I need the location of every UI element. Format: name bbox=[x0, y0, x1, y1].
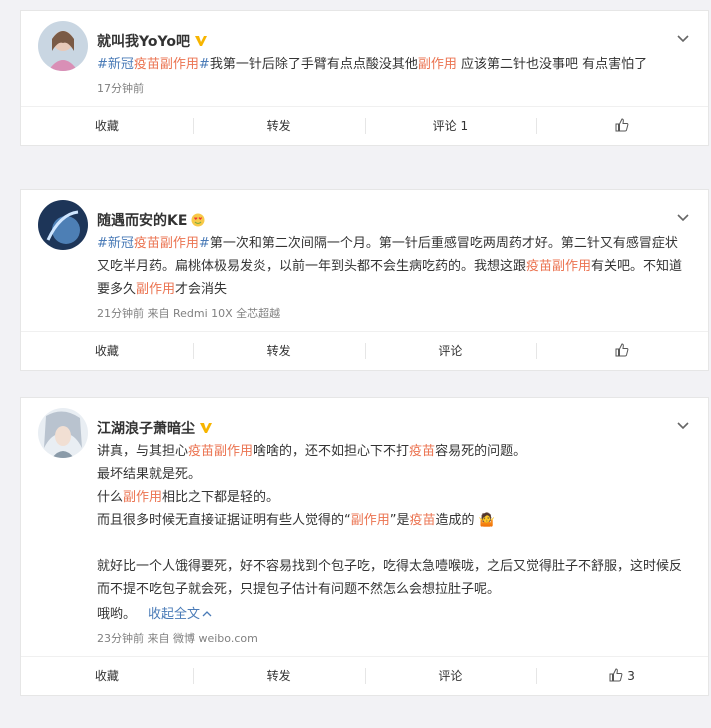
action-bar: 收藏 转发 评论 bbox=[21, 331, 708, 370]
post-paragraph: 最坏结果就是死。 bbox=[97, 463, 688, 486]
chevron-down-icon[interactable] bbox=[676, 210, 690, 224]
action-bar: 收藏 转发 评论 1 bbox=[21, 106, 708, 145]
keyword-highlight[interactable]: 疫苗副作用 bbox=[134, 57, 199, 72]
comment-button[interactable]: 评论 1 bbox=[364, 107, 537, 145]
chevron-up-icon bbox=[202, 611, 212, 617]
repost-button[interactable]: 转发 bbox=[192, 332, 365, 370]
text-segment: 应该第二针也没事吧 有点害怕了 bbox=[456, 57, 648, 72]
author-name[interactable]: 江湖浪子萧暗尘 bbox=[97, 418, 195, 438]
text-segment: 啥啥的，还不如担心下不打 bbox=[253, 444, 410, 459]
thumbs-up-icon bbox=[609, 668, 623, 682]
gold-v-badge-icon bbox=[194, 36, 207, 46]
chevron-down-icon[interactable] bbox=[676, 418, 690, 432]
post-header: 就叫我YoYo吧 #新冠疫苗副作用#我第一针后除了手臂有点点酸没其他副作用 应该… bbox=[21, 11, 708, 98]
collapse-link[interactable]: 收起全文 bbox=[148, 607, 212, 622]
collect-button[interactable]: 收藏 bbox=[21, 657, 193, 695]
text-segment: ”是 bbox=[389, 513, 410, 528]
keyword-highlight[interactable]: 副作用 bbox=[136, 282, 175, 297]
tail-text: 哦哟。 bbox=[97, 607, 137, 622]
keyword-highlight[interactable]: 副作用 bbox=[123, 490, 162, 505]
text-segment: 才会消失 bbox=[175, 282, 228, 297]
action-bar: 收藏 转发 评论 3 bbox=[21, 656, 708, 695]
gold-v-badge-icon bbox=[200, 423, 212, 433]
collect-button[interactable]: 收藏 bbox=[21, 332, 193, 370]
thumbs-up-icon bbox=[615, 343, 629, 357]
post-paragraph: 什么副作用相比之下都是轻的。 bbox=[97, 486, 688, 509]
post-meta: 21分钟前 来自 Redmi 10X 全芯超越 bbox=[97, 307, 281, 320]
text-segment: 造成的 🤷 bbox=[435, 513, 495, 528]
chevron-down-icon[interactable] bbox=[676, 31, 690, 45]
keyword-highlight[interactable]: 副作用 bbox=[418, 57, 457, 72]
post-card: 就叫我YoYo吧 #新冠疫苗副作用#我第一针后除了手臂有点点酸没其他副作用 应该… bbox=[20, 10, 709, 146]
post-paragraph: 讲真，与其担心疫苗副作用啥啥的，还不如担心下不打疫苗容易死的问题。 bbox=[97, 440, 688, 463]
topic-link[interactable]: #新冠 bbox=[97, 57, 134, 72]
like-button[interactable] bbox=[536, 332, 708, 370]
like-count: 3 bbox=[627, 669, 635, 683]
avatar[interactable] bbox=[38, 200, 88, 250]
topic-link[interactable]: # bbox=[199, 236, 210, 251]
like-button[interactable]: 3 bbox=[536, 657, 708, 695]
topic-link[interactable]: #新冠 bbox=[97, 236, 134, 251]
post-card: 江湖浪子萧暗尘 讲真，与其担心疫苗副作用啥啥的，还不如担心下不打疫苗容易死的问题… bbox=[20, 397, 709, 696]
post-text: 讲真，与其担心疫苗副作用啥啥的，还不如担心下不打疫苗容易死的问题。 最坏结果就是死… bbox=[97, 440, 688, 601]
collapse-label: 收起全文 bbox=[148, 607, 201, 622]
author-name[interactable]: 随遇而安的KE bbox=[97, 210, 187, 230]
comment-button[interactable]: 评论 bbox=[364, 657, 537, 695]
keyword-highlight[interactable]: 疫苗副作用 bbox=[188, 444, 253, 459]
text-segment: 就好比一个人饿得要死，好不容易找到个包子吃，吃得太急噎喉咙，之后又觉得肚子不舒服… bbox=[97, 559, 683, 597]
topic-link[interactable]: # bbox=[199, 57, 210, 72]
repost-button[interactable]: 转发 bbox=[192, 107, 365, 145]
post-paragraph bbox=[97, 532, 688, 555]
post-paragraph: 而且很多时候无直接证据证明有些人觉得的“副作用”是疫苗造成的 🤷 bbox=[97, 509, 688, 532]
post-meta: 17分钟前 bbox=[97, 82, 144, 95]
text-segment: 最坏结果就是死。 bbox=[97, 467, 202, 482]
post-header: 随遇而安的KE #新冠疫苗副作用#第一次和第二次间隔一个月。第一针后重感冒吃两周… bbox=[21, 190, 708, 323]
heart-eyes-emoji-icon bbox=[191, 213, 205, 227]
text-segment: 相比之下都是轻的。 bbox=[162, 490, 280, 505]
post-meta: 23分钟前 来自 微博 weibo.com bbox=[97, 632, 258, 645]
text-segment: 什么 bbox=[97, 490, 124, 505]
keyword-highlight[interactable]: 疫苗副作用 bbox=[526, 259, 591, 274]
repost-button[interactable]: 转发 bbox=[192, 657, 365, 695]
post-paragraph: 就好比一个人饿得要死，好不容易找到个包子吃，吃得太急噎喉咙，之后又觉得肚子不舒服… bbox=[97, 555, 688, 601]
author-name[interactable]: 就叫我YoYo吧 bbox=[97, 31, 190, 51]
keyword-highlight[interactable]: 副作用 bbox=[351, 513, 390, 528]
post-card: 随遇而安的KE #新冠疫苗副作用#第一次和第二次间隔一个月。第一针后重感冒吃两周… bbox=[20, 189, 709, 371]
text-segment: 而且很多时候无直接证据证明有些人觉得的“ bbox=[97, 513, 351, 528]
post-text: #新冠疫苗副作用#第一次和第二次间隔一个月。第一针后重感冒吃两周药才好。第二针又… bbox=[97, 232, 688, 301]
post-text: #新冠疫苗副作用#我第一针后除了手臂有点点酸没其他副作用 应该第二针也没事吧 有… bbox=[97, 53, 688, 76]
text-segment: 容易死的问题。 bbox=[435, 444, 527, 459]
post-header: 江湖浪子萧暗尘 讲真，与其担心疫苗副作用啥啥的，还不如担心下不打疫苗容易死的问题… bbox=[21, 398, 708, 648]
keyword-highlight[interactable]: 疫苗 bbox=[410, 513, 436, 528]
avatar[interactable] bbox=[38, 408, 88, 458]
thumbs-up-icon bbox=[615, 118, 629, 132]
comment-button[interactable]: 评论 bbox=[364, 332, 537, 370]
post-tail: 哦哟。 收起全文 bbox=[97, 603, 688, 626]
avatar[interactable] bbox=[38, 21, 88, 71]
weibo-feed: 就叫我YoYo吧 #新冠疫苗副作用#我第一针后除了手臂有点点酸没其他副作用 应该… bbox=[0, 0, 711, 728]
keyword-highlight[interactable]: 疫苗 bbox=[409, 444, 435, 459]
text-segment: 我第一针后除了手臂有点点酸没其他 bbox=[209, 57, 418, 72]
collect-button[interactable]: 收藏 bbox=[21, 107, 193, 145]
like-button[interactable] bbox=[536, 107, 708, 145]
keyword-highlight[interactable]: 疫苗副作用 bbox=[134, 236, 199, 251]
text-segment: 讲真，与其担心 bbox=[97, 444, 189, 459]
